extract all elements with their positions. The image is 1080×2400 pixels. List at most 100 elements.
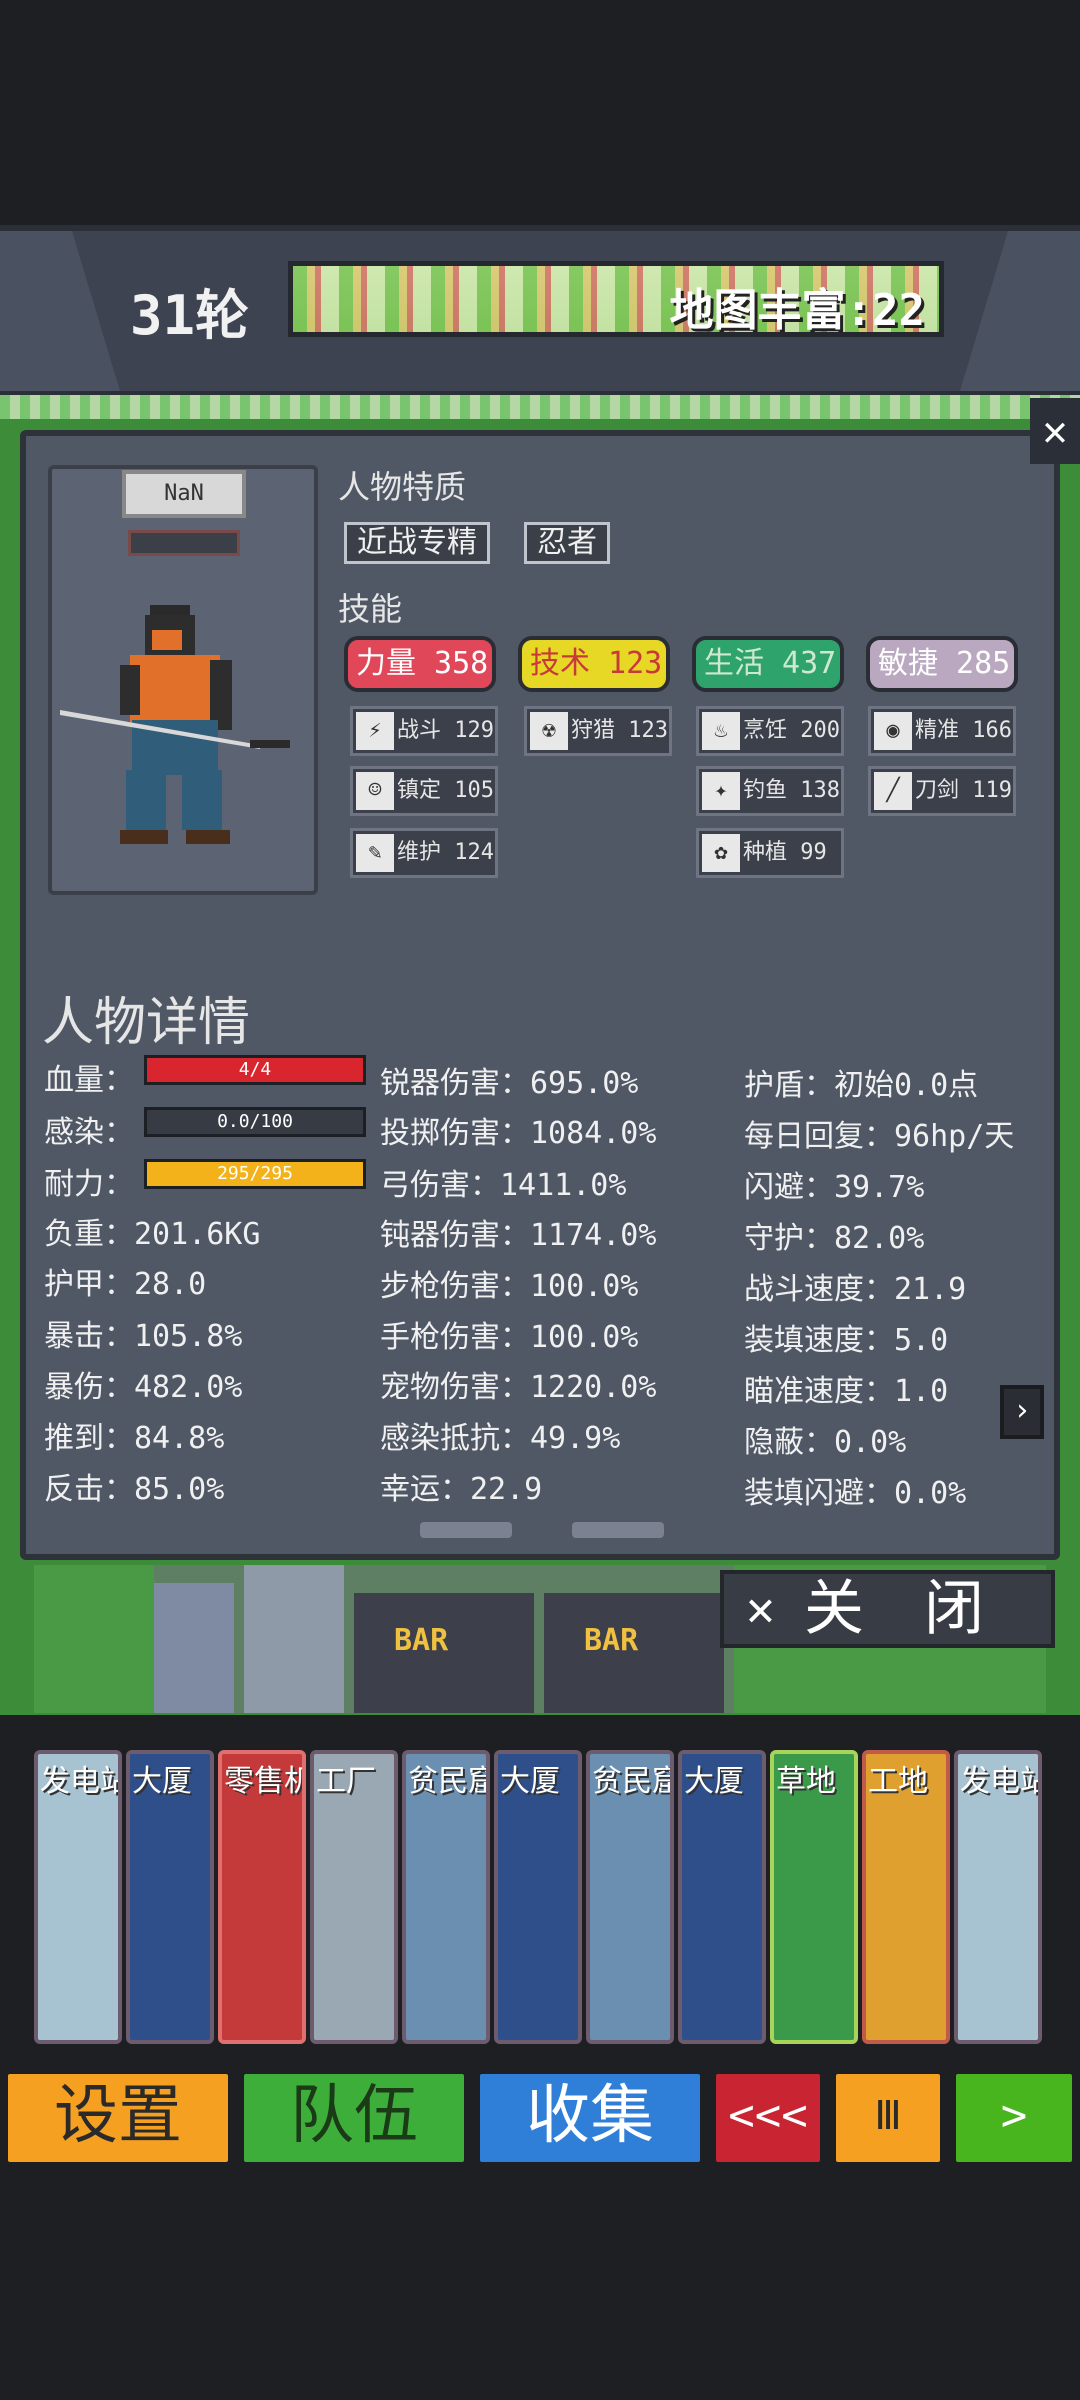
- stamina-bar-text: 295/295: [217, 1163, 293, 1184]
- stat-pet-damage: 宠物伤害：1220.0%: [380, 1370, 657, 1405]
- stat-crit: 暴击：105.8%: [44, 1319, 243, 1354]
- skill-planting[interactable]: ✿ 种植 99: [696, 828, 844, 878]
- plant-icon: ✿: [702, 834, 740, 872]
- stat-combat-speed: 战斗速度：21.9: [744, 1272, 967, 1307]
- location-card[interactable]: 贫民窟: [402, 1750, 490, 2044]
- attribute-technique[interactable]: 技术 123: [518, 636, 670, 692]
- location-card[interactable]: 草地: [770, 1750, 858, 2044]
- collect-button[interactable]: 收集: [476, 2070, 704, 2166]
- stat-crit-damage: 暴伤：482.0%: [44, 1370, 243, 1405]
- location-card[interactable]: 大厦: [678, 1750, 766, 2044]
- stat-stealth: 隐蔽：0.0%: [744, 1425, 907, 1460]
- close-button[interactable]: ✕ 关 闭: [720, 1570, 1055, 1648]
- lightning-icon: ⚡: [356, 712, 394, 750]
- attribute-life[interactable]: 生活 437: [692, 636, 844, 692]
- stamina-label: 耐力：: [44, 1167, 134, 1202]
- location-card[interactable]: 大厦: [494, 1750, 582, 2044]
- skill-cooking[interactable]: ♨ 烹饪 200: [696, 706, 844, 756]
- stat-blunt-damage: 钝器伤害：1174.0%: [380, 1218, 657, 1253]
- stat-shield: 护盾：初始0.0点: [744, 1068, 979, 1103]
- attribute-agility[interactable]: 敏捷 285: [866, 636, 1018, 692]
- close-button-label: 关 闭: [804, 1574, 984, 1644]
- stat-throw-damage: 投掷伤害：1084.0%: [380, 1116, 657, 1151]
- stat-guard: 守护：82.0%: [744, 1221, 925, 1256]
- trait-melee[interactable]: 近战专精: [344, 522, 490, 564]
- stat-weight: 负重：201.6KG: [44, 1217, 261, 1252]
- skill-blades[interactable]: ╱ 刀剑 119: [868, 766, 1016, 816]
- stat-aim-speed: 瞄准速度：1.0: [744, 1374, 949, 1409]
- skill-fishing[interactable]: ✦ 钓鱼 138: [696, 766, 844, 816]
- page-indicator-1[interactable]: [420, 1522, 512, 1538]
- character-name[interactable]: NaN: [122, 470, 246, 518]
- mask-icon: ☺: [356, 772, 394, 810]
- skill-composure[interactable]: ☺ 镇定 105: [350, 766, 498, 816]
- stat-luck: 幸运：22.9: [380, 1472, 543, 1507]
- location-card[interactable]: 发电站: [34, 1750, 122, 2044]
- map-border-strip: [0, 395, 1080, 419]
- round-counter: 31轮: [130, 284, 250, 347]
- stat-reload-dodge: 装填闪避：0.0%: [744, 1476, 967, 1511]
- top-header: 31轮 地图丰富:22: [0, 225, 1080, 397]
- location-card[interactable]: 工厂: [310, 1750, 398, 2044]
- stat-armor: 护甲：28.0: [44, 1267, 207, 1302]
- tower: [244, 1565, 344, 1713]
- bar-building: BAR: [544, 1593, 724, 1713]
- stat-counter: 反击：85.0%: [44, 1472, 225, 1507]
- bar-sign: BAR: [394, 1623, 449, 1658]
- stamina-bar: 295/295: [144, 1159, 366, 1189]
- fish-icon: ✦: [702, 772, 740, 810]
- pause-button[interactable]: Ⅲ: [832, 2070, 944, 2166]
- stat-reload-speed: 装填速度：5.0: [744, 1323, 949, 1358]
- stat-knockdown: 推到：84.8%: [44, 1421, 225, 1456]
- settings-button[interactable]: 设置: [4, 2070, 232, 2166]
- infection-bar: 0.0/100: [144, 1107, 366, 1137]
- map-richness-bar: 地图丰富:22: [288, 261, 944, 337]
- trees: [34, 1565, 154, 1713]
- traits-title: 人物特质: [338, 468, 467, 506]
- stat-rifle-damage: 步枪伤害：100.0%: [380, 1269, 639, 1304]
- attribute-strength[interactable]: 力量 358: [344, 636, 496, 692]
- radiation-icon: ☢: [530, 712, 568, 750]
- close-icon[interactable]: ✕: [1030, 398, 1080, 464]
- stat-dodge: 闪避：39.7%: [744, 1170, 925, 1205]
- header-left-ornament: [0, 231, 120, 391]
- header-right-ornament: [960, 231, 1080, 391]
- rewind-button[interactable]: <<<: [712, 2070, 824, 2166]
- location-card[interactable]: 贫民窟: [586, 1750, 674, 2044]
- portrait-hp-bar: [128, 530, 240, 556]
- next-page-arrow-icon[interactable]: ›: [1000, 1385, 1044, 1439]
- building: [154, 1583, 234, 1713]
- page-indicator-2[interactable]: [572, 1522, 664, 1538]
- location-cards: 发电站 大厦 零售机 工厂 贫民窟 大厦 贫民窟 大厦 草地 工地 发电站: [34, 1750, 1080, 2050]
- skill-maintenance[interactable]: ✎ 维护 124: [350, 828, 498, 878]
- eye-icon: ◉: [874, 712, 912, 750]
- stat-sharp-damage: 锐器伤害：695.0%: [380, 1066, 639, 1101]
- skill-hunting[interactable]: ☢ 狩猎 123: [524, 706, 672, 756]
- location-card[interactable]: 大厦: [126, 1750, 214, 2044]
- stat-daily-regen: 每日回复：96hp/天: [744, 1119, 1015, 1154]
- team-button[interactable]: 队伍: [240, 2070, 468, 2166]
- hp-bar-text: 4/4: [238, 1059, 272, 1080]
- close-icon: ✕: [746, 1581, 775, 1637]
- play-button[interactable]: >: [952, 2070, 1076, 2166]
- location-card[interactable]: 发电站: [954, 1750, 1042, 2044]
- trait-ninja[interactable]: 忍者: [524, 522, 610, 564]
- bar-building: BAR: [354, 1593, 534, 1713]
- infection-label: 感染：: [44, 1115, 134, 1150]
- sword-icon: ╱: [874, 772, 912, 810]
- skills-title: 技能: [338, 590, 403, 628]
- details-title: 人物详情: [42, 993, 251, 1053]
- ninja-sprite: [60, 605, 290, 844]
- hp-label: 血量：: [44, 1063, 134, 1098]
- stat-bow-damage: 弓伤害：1411.0%: [380, 1168, 627, 1203]
- skill-combat[interactable]: ⚡ 战斗 129: [350, 706, 498, 756]
- location-card[interactable]: 工地: [862, 1750, 950, 2044]
- skill-precision[interactable]: ◉ 精准 166: [868, 706, 1016, 756]
- hp-bar: 4/4: [144, 1055, 366, 1085]
- wrench-icon: ✎: [356, 834, 394, 872]
- stat-infection-resist: 感染抵抗：49.9%: [380, 1421, 621, 1456]
- infection-bar-text: 0.0/100: [217, 1111, 293, 1132]
- stat-pistol-damage: 手枪伤害：100.0%: [380, 1320, 639, 1355]
- location-card[interactable]: 零售机: [218, 1750, 306, 2044]
- map-richness-text: 地图丰富:22: [669, 285, 925, 336]
